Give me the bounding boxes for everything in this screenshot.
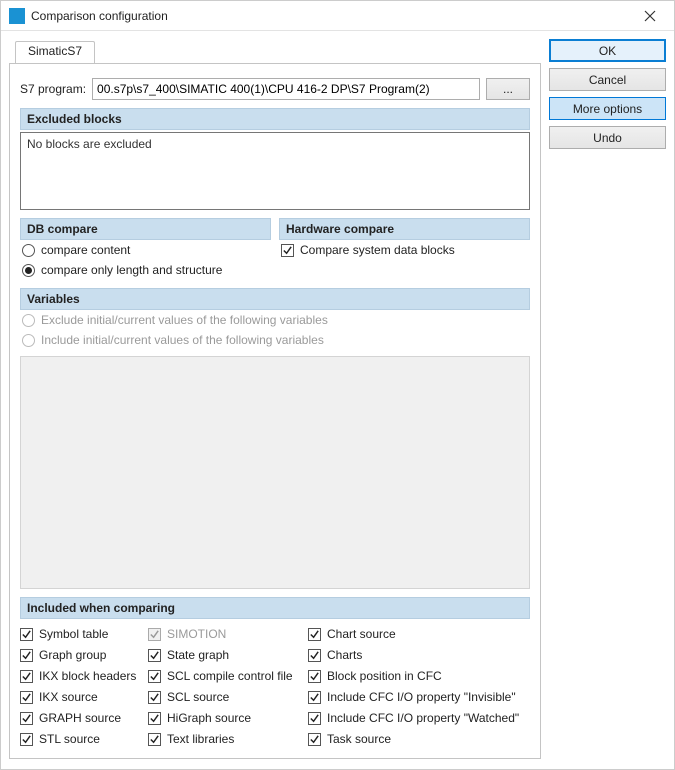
tab-strip: SimaticS7: [9, 41, 541, 63]
check-graph-group-label: Graph group: [39, 648, 106, 662]
more-options-button[interactable]: More options: [549, 97, 666, 120]
check-task-source-row[interactable]: Task source: [308, 730, 530, 748]
section-hardware-compare: Hardware compare: [279, 218, 530, 240]
check-cfc-watched[interactable]: [308, 712, 321, 725]
section-included-comparing: Included when comparing: [20, 597, 530, 619]
tab-simatics7[interactable]: SimaticS7: [15, 41, 95, 63]
check-sysdata-row[interactable]: Compare system data blocks: [279, 240, 530, 260]
check-symbol-table-label: Symbol table: [39, 627, 108, 641]
check-higraph-row[interactable]: HiGraph source: [148, 709, 298, 727]
check-scl-source-row[interactable]: SCL source: [148, 688, 298, 706]
check-state-graph[interactable]: [148, 649, 161, 662]
check-cfc-watched-label: Include CFC I/O property "Watched": [327, 711, 519, 725]
check-graph-source-label: GRAPH source: [39, 711, 121, 725]
check-scl-compile-label: SCL compile control file: [167, 669, 293, 683]
main-column: SimaticS7 S7 program: ... Excluded block…: [9, 37, 541, 759]
check-block-pos-label: Block position in CFC: [327, 669, 442, 683]
close-button[interactable]: [630, 1, 670, 31]
check-scl-source-label: SCL source: [167, 690, 229, 704]
check-ikx-source[interactable]: [20, 691, 33, 704]
check-higraph-label: HiGraph source: [167, 711, 251, 725]
check-block-pos[interactable]: [308, 670, 321, 683]
radio-compare-content-row[interactable]: compare content: [20, 240, 271, 260]
check-ikx-headers[interactable]: [20, 670, 33, 683]
radio-vars-include-row: Include initial/current values of the fo…: [20, 330, 530, 350]
check-simotion-row: SIMOTION: [148, 625, 298, 643]
check-cfc-invisible[interactable]: [308, 691, 321, 704]
s7-program-input[interactable]: [92, 78, 480, 100]
radio-compare-content-label: compare content: [41, 243, 130, 257]
check-graph-group[interactable]: [20, 649, 33, 662]
check-compare-sysdata-label: Compare system data blocks: [300, 243, 455, 257]
check-symbol-table[interactable]: [20, 628, 33, 641]
check-charts[interactable]: [308, 649, 321, 662]
check-ikx-source-row[interactable]: IKX source: [20, 688, 138, 706]
check-simotion-label: SIMOTION: [167, 627, 226, 641]
window-title: Comparison configuration: [31, 9, 630, 23]
check-ikx-headers-label: IKX block headers: [39, 669, 136, 683]
excluded-blocks-list[interactable]: No blocks are excluded: [20, 132, 530, 210]
s7-program-row: S7 program: ...: [20, 78, 530, 100]
browse-button[interactable]: ...: [486, 78, 530, 100]
check-chart-source[interactable]: [308, 628, 321, 641]
cancel-button[interactable]: Cancel: [549, 68, 666, 91]
check-ikx-source-label: IKX source: [39, 690, 98, 704]
check-state-graph-label: State graph: [167, 648, 229, 662]
radio-compare-length-label: compare only length and structure: [41, 263, 222, 277]
check-ikx-headers-row[interactable]: IKX block headers: [20, 667, 138, 685]
section-variables: Variables: [20, 288, 530, 310]
radio-compare-length-row[interactable]: compare only length and structure: [20, 260, 271, 280]
check-task-source[interactable]: [308, 733, 321, 746]
check-stl-source[interactable]: [20, 733, 33, 746]
radio-vars-exclude-label: Exclude initial/current values of the fo…: [41, 313, 328, 327]
check-text-libraries-label: Text libraries: [167, 732, 234, 746]
check-charts-label: Charts: [327, 648, 362, 662]
ok-button[interactable]: OK: [549, 39, 666, 62]
radio-vars-exclude-row: Exclude initial/current values of the fo…: [20, 310, 530, 330]
check-stl-source-label: STL source: [39, 732, 100, 746]
check-chart-source-label: Chart source: [327, 627, 396, 641]
check-scl-compile-row[interactable]: SCL compile control file: [148, 667, 298, 685]
button-column: OK Cancel More options Undo: [549, 37, 666, 759]
dialog-body: SimaticS7 S7 program: ... Excluded block…: [1, 31, 674, 769]
check-charts-row[interactable]: Charts: [308, 646, 530, 664]
check-higraph[interactable]: [148, 712, 161, 725]
check-cfc-watched-row[interactable]: Include CFC I/O property "Watched": [308, 709, 530, 727]
check-graph-source[interactable]: [20, 712, 33, 725]
check-block-pos-row[interactable]: Block position in CFC: [308, 667, 530, 685]
check-state-graph-row[interactable]: State graph: [148, 646, 298, 664]
section-excluded-blocks: Excluded blocks: [20, 108, 530, 130]
check-simotion: [148, 628, 161, 641]
dialog-window: Comparison configuration SimaticS7 S7 pr…: [0, 0, 675, 770]
variables-list-area: [20, 356, 530, 589]
section-db-compare: DB compare: [20, 218, 271, 240]
tab-content: S7 program: ... Excluded blocks No block…: [9, 63, 541, 759]
check-compare-sysdata[interactable]: [281, 244, 294, 257]
app-icon: [9, 8, 25, 24]
check-graph-source-row[interactable]: GRAPH source: [20, 709, 138, 727]
s7-program-label: S7 program:: [20, 82, 86, 96]
check-graph-group-row[interactable]: Graph group: [20, 646, 138, 664]
check-task-source-label: Task source: [327, 732, 391, 746]
check-scl-source[interactable]: [148, 691, 161, 704]
radio-vars-include: [22, 334, 35, 347]
undo-button[interactable]: Undo: [549, 126, 666, 149]
check-cfc-invisible-label: Include CFC I/O property "Invisible": [327, 690, 516, 704]
check-scl-compile[interactable]: [148, 670, 161, 683]
check-stl-source-row[interactable]: STL source: [20, 730, 138, 748]
titlebar: Comparison configuration: [1, 1, 674, 31]
check-text-libraries-row[interactable]: Text libraries: [148, 730, 298, 748]
check-chart-source-row[interactable]: Chart source: [308, 625, 530, 643]
radio-compare-length[interactable]: [22, 264, 35, 277]
radio-vars-include-label: Include initial/current values of the fo…: [41, 333, 324, 347]
radio-compare-content[interactable]: [22, 244, 35, 257]
check-cfc-invisible-row[interactable]: Include CFC I/O property "Invisible": [308, 688, 530, 706]
included-grid: Symbol table Graph group IKX block heade…: [20, 625, 530, 748]
excluded-blocks-text: No blocks are excluded: [27, 137, 152, 151]
check-text-libraries[interactable]: [148, 733, 161, 746]
radio-vars-exclude: [22, 314, 35, 327]
check-symbol-table-row[interactable]: Symbol table: [20, 625, 138, 643]
